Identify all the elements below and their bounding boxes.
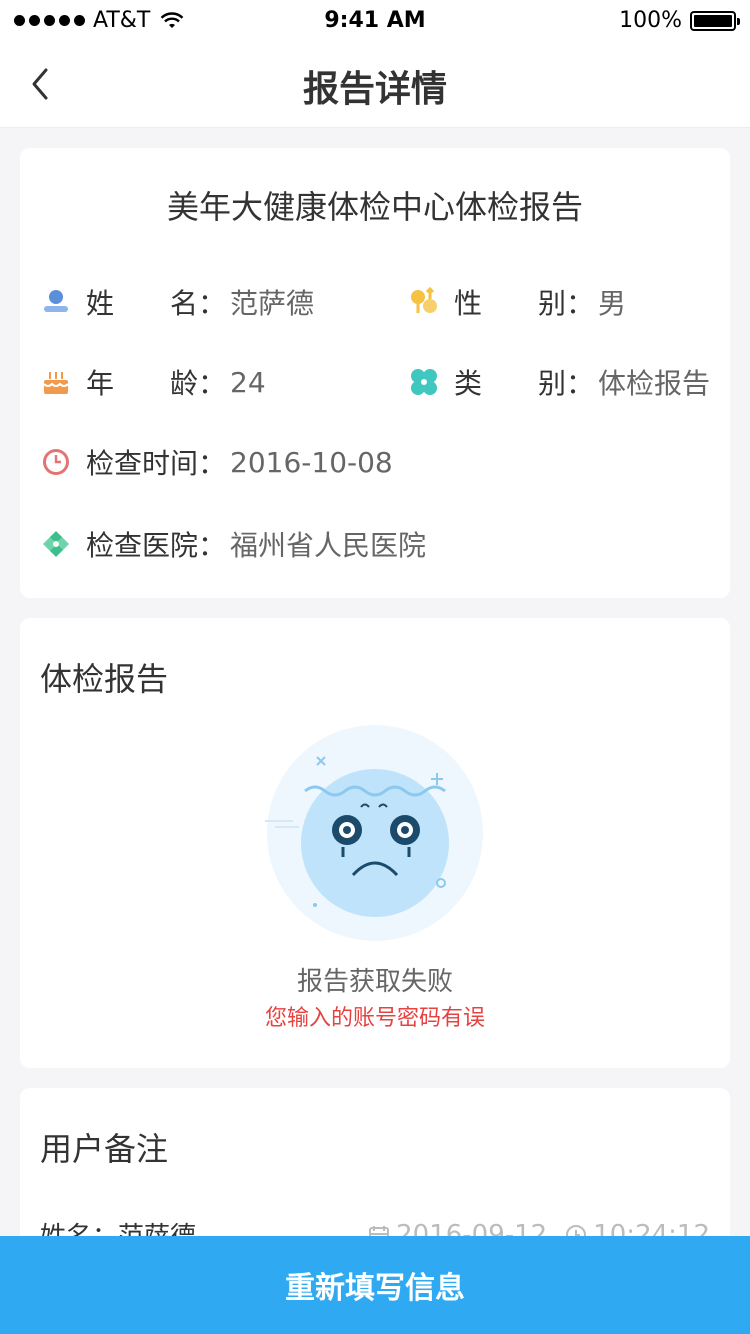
fail-reason: 您输入的账号密码有误 [264, 1006, 485, 1031]
clover-icon [408, 366, 440, 398]
battery-fill [694, 14, 732, 27]
info-row-hospital: 检查医院： 福州省人民医院 [40, 524, 426, 564]
hospital-label: 检查医院： [86, 529, 227, 562]
category-value: 体检报告 [598, 367, 711, 400]
info-row-exam-time: 检查时间： 2016-10-08 [40, 442, 393, 482]
status-right: 100% [619, 8, 740, 33]
info-row-category: 类 别： 体检报告 [408, 362, 710, 402]
navigation-bar: 报告详情 [0, 40, 750, 128]
exam-time-label: 检查时间： [86, 447, 227, 480]
medical-cross-icon [40, 528, 72, 560]
battery-percent: 100% [619, 8, 682, 33]
sad-face-icon [265, 725, 483, 941]
category-label: 类 别： [454, 367, 594, 400]
age-label: 年 龄： [86, 367, 226, 400]
report-section-card: 体检报告 报告获取失败 您输入的账号密码有误 [20, 618, 730, 1068]
page-title: 报告详情 [302, 69, 447, 110]
age-value: 24 [230, 365, 266, 399]
refill-info-button[interactable]: 重新填写信息 [0, 1236, 750, 1334]
exam-time-value: 2016-10-08 [230, 445, 393, 479]
gender-label: 性 别： [454, 287, 594, 320]
report-title: 美年大健康体检中心体检报告 [166, 188, 583, 226]
info-row-name: 姓 名： 范萨德 [40, 282, 314, 322]
gender-value: 男 [598, 287, 627, 320]
cake-icon [40, 366, 72, 398]
report-section-title: 体检报告 [40, 660, 169, 698]
status-bar: AT&T 9:41 AM 100% [0, 0, 750, 40]
report-info-card: 美年大健康体检中心体检报告 姓 名： 范萨德 性 别： 男 年 龄： 24 类 … [20, 148, 730, 598]
gender-icon [408, 286, 440, 318]
info-row-age: 年 龄： 24 [40, 362, 266, 402]
person-icon [40, 286, 72, 318]
name-value: 范萨德 [230, 287, 315, 320]
battery-icon [690, 10, 740, 31]
hospital-value: 福州省人民医院 [230, 529, 427, 562]
fail-message: 报告获取失败 [296, 967, 453, 997]
clock-icon [40, 446, 72, 478]
notes-section-title: 用户备注 [40, 1130, 169, 1168]
name-label: 姓 名： [86, 287, 226, 320]
info-row-gender: 性 别： 男 [408, 282, 626, 322]
